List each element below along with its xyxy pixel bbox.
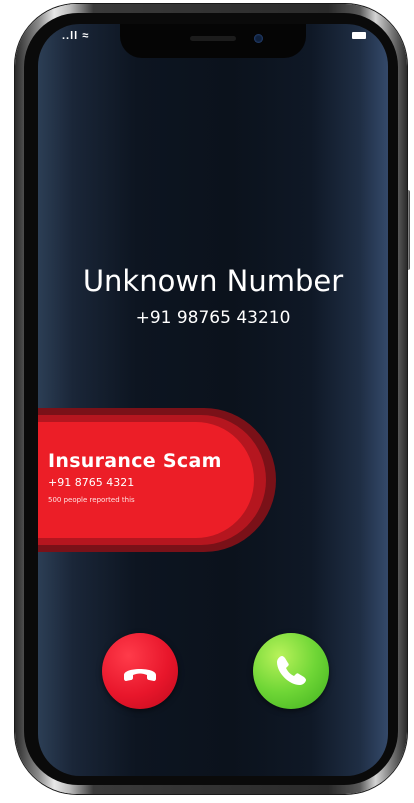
phone-icon bbox=[277, 656, 306, 685]
scam-report-count: 500 people reported this bbox=[48, 496, 135, 504]
phone-mockup: ..ll ≈ Unknown Number +91 98765 43210 In… bbox=[0, 0, 414, 803]
caller-name: Unknown Number bbox=[82, 264, 344, 298]
accept-call-button[interactable] bbox=[253, 633, 329, 709]
front-camera bbox=[254, 34, 263, 43]
caller-number: +91 98765 43210 bbox=[135, 308, 291, 328]
scam-number: +91 8765 4321 bbox=[48, 476, 135, 489]
phone-hangup-icon bbox=[124, 669, 156, 681]
notch bbox=[120, 24, 306, 58]
speaker-grille bbox=[190, 36, 236, 41]
decline-call-button[interactable] bbox=[102, 633, 178, 709]
incoming-call-screen: ..ll ≈ Unknown Number +91 98765 43210 In… bbox=[38, 24, 388, 776]
signal-indicator: ..ll ≈ bbox=[62, 30, 90, 42]
scam-title: Insurance Scam bbox=[48, 450, 222, 472]
battery-icon bbox=[352, 32, 366, 39]
